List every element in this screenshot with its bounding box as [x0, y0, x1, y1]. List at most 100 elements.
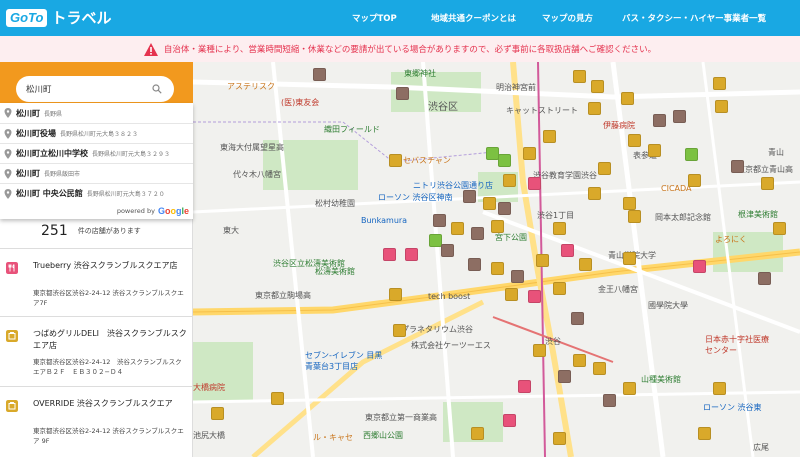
store-marker[interactable] [623, 197, 636, 210]
store-marker[interactable] [503, 414, 516, 427]
store-marker[interactable] [518, 380, 531, 393]
store-marker[interactable] [715, 100, 728, 113]
store-marker[interactable] [486, 147, 499, 160]
map-label: セブン-イレブン 目黒青葉台3丁目店 [305, 351, 383, 371]
search-input[interactable] [16, 76, 174, 102]
store-marker[interactable] [503, 174, 516, 187]
store-marker[interactable] [698, 427, 711, 440]
suggestion-item[interactable]: 松川町 中央公民館 長野県松川町元大島３７２０ [0, 183, 193, 203]
store-marker[interactable] [573, 70, 586, 83]
store-marker[interactable] [731, 160, 744, 173]
sidebar: 松川町 長野県 松川町役場 長野県松川町元大島３８２３ 松川町立松川中学校 長野… [0, 62, 193, 457]
store-marker[interactable] [591, 80, 604, 93]
store-marker[interactable] [553, 282, 566, 295]
store-marker[interactable] [396, 87, 409, 100]
store-marker[interactable] [451, 222, 464, 235]
store-name[interactable]: Trueberry 渋谷スクランブルスクエア店 [33, 260, 188, 272]
store-marker[interactable] [561, 244, 574, 257]
map-label: アステリスク [227, 82, 275, 91]
store-marker[interactable] [553, 432, 566, 445]
store-marker[interactable] [313, 68, 326, 81]
nav-bus-taxi-list[interactable]: バス・タクシー・ハイヤー事業者一覧 [622, 0, 766, 36]
store-name[interactable]: つばめグリルDELI 渋谷スクランブルスクエア店 [33, 328, 188, 352]
map-label: Bunkamura [361, 216, 408, 225]
map-label: プラネタリウム渋谷 [401, 325, 473, 334]
store-marker[interactable] [553, 222, 566, 235]
store-marker[interactable] [433, 214, 446, 227]
store-marker[interactable] [588, 187, 601, 200]
store-marker[interactable] [603, 394, 616, 407]
suggestion-item[interactable]: 松川町 長野県飯田市 [0, 163, 193, 183]
map-label: 織田フィールド [324, 125, 380, 134]
store-marker[interactable] [623, 382, 636, 395]
store-marker[interactable] [491, 220, 504, 233]
store-marker[interactable] [598, 162, 611, 175]
store-marker[interactable] [511, 270, 524, 283]
store-marker[interactable] [758, 272, 771, 285]
store-marker[interactable] [593, 362, 606, 375]
store-marker[interactable] [673, 110, 686, 123]
goto-travel-logo[interactable]: GoTo トラベル [6, 7, 111, 29]
store-list-item[interactable]: Trueberry 渋谷スクランブルスクエア店 東京都渋谷区渋谷2-24-12 … [0, 248, 193, 316]
header: GoTo トラベル マップTOP 地域共通クーポンとは マップの見方 バス・タク… [0, 0, 800, 36]
store-name[interactable]: OVERRIDE 渋谷スクランブルスクエア [33, 398, 188, 410]
search-icon[interactable] [152, 84, 162, 94]
store-marker[interactable] [463, 190, 476, 203]
store-marker[interactable] [571, 312, 584, 325]
suggestion-item[interactable]: 松川町 長野県 [0, 103, 193, 123]
store-marker[interactable] [471, 427, 484, 440]
store-marker[interactable] [588, 102, 601, 115]
store-marker[interactable] [393, 324, 406, 337]
nav-map-guide[interactable]: マップの見方 [542, 0, 593, 36]
store-marker[interactable] [528, 177, 541, 190]
store-marker[interactable] [498, 202, 511, 215]
store-marker[interactable] [483, 197, 496, 210]
store-marker[interactable] [543, 130, 556, 143]
store-marker[interactable] [505, 288, 518, 301]
store-marker[interactable] [688, 174, 701, 187]
store-marker[interactable] [648, 144, 661, 157]
store-marker[interactable] [579, 258, 592, 271]
store-marker[interactable] [621, 92, 634, 105]
store-address: 東京都渋谷区渋谷2-24-12 渋谷スクランブルスクエアＢ２Ｆ ＥＢ３０２−Ｄ４ [33, 358, 182, 376]
store-marker[interactable] [761, 177, 774, 190]
store-marker[interactable] [628, 134, 641, 147]
nav-map-top[interactable]: マップTOP [352, 0, 397, 36]
store-marker[interactable] [713, 382, 726, 395]
store-marker[interactable] [383, 248, 396, 261]
suggestion-sub: 長野県松川町元大島３８２３ [60, 131, 139, 138]
store-marker[interactable] [533, 344, 546, 357]
map-label: 東海大付属望星高 [220, 143, 284, 152]
map-label: 金王八幡宮 [598, 285, 638, 294]
store-marker[interactable] [405, 248, 418, 261]
store-marker[interactable] [573, 354, 586, 367]
store-marker[interactable] [491, 262, 504, 275]
store-marker[interactable] [628, 210, 641, 223]
store-marker[interactable] [536, 254, 549, 267]
store-marker[interactable] [685, 148, 698, 161]
store-list-item[interactable]: OVERRIDE 渋谷スクランブルスクエア 東京都渋谷区渋谷2-24-12 渋谷… [0, 386, 193, 457]
store-marker[interactable] [693, 260, 706, 273]
store-marker[interactable] [558, 370, 571, 383]
store-marker[interactable] [389, 154, 402, 167]
store-marker[interactable] [623, 252, 636, 265]
store-marker[interactable] [471, 227, 484, 240]
store-marker[interactable] [713, 77, 726, 90]
store-marker[interactable] [468, 258, 481, 271]
store-marker[interactable] [441, 244, 454, 257]
store-marker[interactable] [498, 154, 511, 167]
store-marker[interactable] [389, 288, 402, 301]
map[interactable]: アステリスク (医)東友会 渋谷区 明治神宮前 キャットストリート 伊藤病院 表… [193, 62, 800, 457]
store-marker[interactable] [523, 147, 536, 160]
suggestion-item[interactable]: 松川町役場 長野県松川町元大島３８２３ [0, 123, 193, 143]
store-marker[interactable] [528, 290, 541, 303]
store-marker[interactable] [653, 114, 666, 127]
nav-coupon-about[interactable]: 地域共通クーポンとは [431, 0, 516, 36]
store-marker[interactable] [211, 407, 224, 420]
search-area [0, 62, 193, 108]
store-marker[interactable] [271, 392, 284, 405]
store-list-item[interactable]: つばめグリルDELI 渋谷スクランブルスクエア店 東京都渋谷区渋谷2-24-12… [0, 316, 193, 386]
suggestion-item[interactable]: 松川町立松川中学校 長野県松川町元大島３２９３ [0, 143, 193, 163]
store-marker[interactable] [773, 222, 786, 235]
map-label: 東大 [223, 226, 239, 235]
